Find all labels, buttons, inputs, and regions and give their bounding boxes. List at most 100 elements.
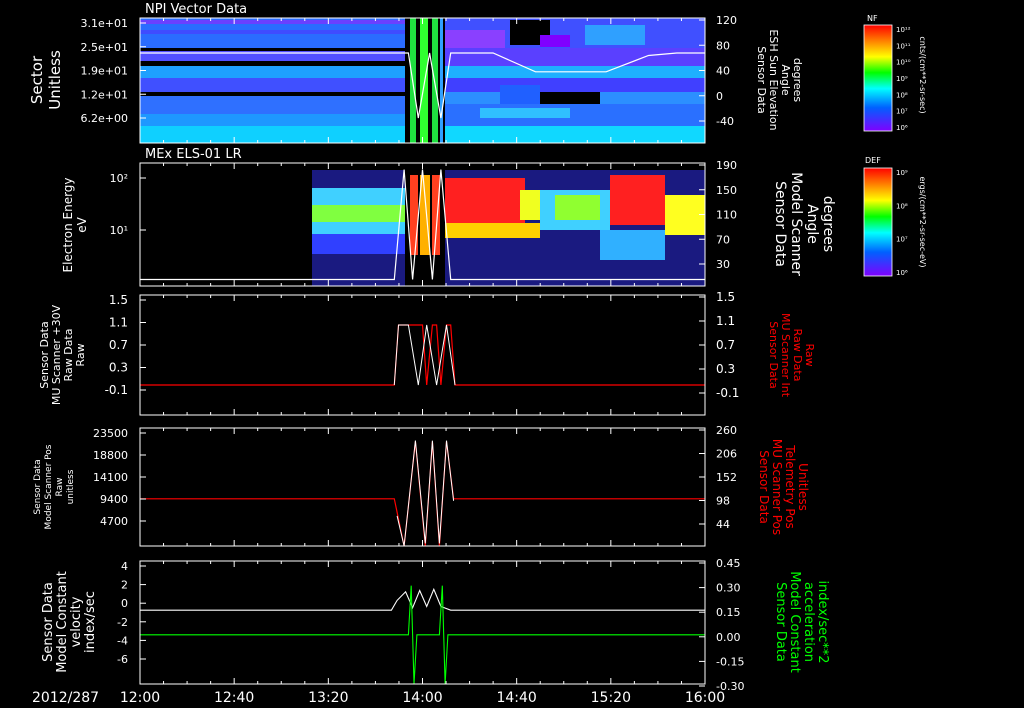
right-tick-label: 40 xyxy=(716,65,730,78)
left-tick-label: 4700 xyxy=(100,515,128,528)
colorbar-units: cnts/(cm**2-sr-sec) xyxy=(918,36,927,113)
panel-mu-scanner-raw: 1.5 1.1 0.7 0.3 -0.1 1.5 1.1 0.7 0.3 -0.1 Sensor … xyxy=(38,290,816,416)
colorbar-def: DEF 10⁹ 10⁸ 10⁷ 10⁶ ergs/(cm**2-sr-sec-eV) xyxy=(863,156,927,277)
series-line xyxy=(140,585,705,685)
y-axis-label: Sensor Data Model Constant velocity inde… xyxy=(41,571,98,673)
left-tick-label: 3.1e+01 xyxy=(81,17,128,30)
colorbar-tick-label: 10¹¹ xyxy=(896,42,911,50)
y-label-line-2: Model Scanner Pos xyxy=(44,444,54,529)
colorbar-tick-label: 10⁹ xyxy=(896,75,908,83)
right-label-line-2: Model Constant xyxy=(787,571,802,673)
right-tick-label: 0.3 xyxy=(716,362,735,376)
right-tick-label: 150 xyxy=(716,184,737,197)
npi-heatmap xyxy=(140,18,705,143)
colorbar-tick-label: 10⁶ xyxy=(896,269,908,277)
y-label-line-4: Raw xyxy=(74,343,87,366)
right-tick-label: -0.15 xyxy=(716,655,744,668)
right-tick-label: 0 xyxy=(716,90,723,103)
left-tick-label: 1.9e+01 xyxy=(81,65,128,78)
right-axis-label: Sensor Data Model Constant acceleration … xyxy=(773,571,830,673)
right-tick-label: 98 xyxy=(716,495,730,508)
right-label-line-3: Telemetry Pos xyxy=(783,444,797,528)
y-axis-label-line-1: Electron Energy xyxy=(61,177,75,272)
right-tick-label: 120 xyxy=(716,14,737,27)
y-axis-label: Sensor Data Model Scanner Pos Raw unitle… xyxy=(33,444,76,529)
right-tick-label: 70 xyxy=(716,233,730,246)
series-line xyxy=(140,587,705,611)
right-tick-label: 1.5 xyxy=(716,290,735,304)
right-tick-label: 152 xyxy=(716,471,737,484)
els-heatmap xyxy=(140,163,705,286)
right-label-line-4: index/sec**2 xyxy=(815,580,830,663)
left-tick-label: 0.3 xyxy=(109,361,128,375)
time-tick-label: 14:00 xyxy=(402,690,442,706)
date-label: 2012/287 xyxy=(32,690,99,706)
right-tick-label: 0.15 xyxy=(716,606,741,619)
colorbar-ticks: 10¹² 10¹¹ 10¹⁰ 10⁹ 10⁸ 10⁷ 10⁶ xyxy=(896,26,911,132)
right-label-line-1: Sensor Data xyxy=(767,321,780,388)
panel-scanner-position: 23500 18800 14100 9400 4700 260 206 152 98 44 Sen… xyxy=(33,424,810,547)
y-axis-label-line-2: Unitless xyxy=(46,50,64,110)
right-label-line-3: Raw Data xyxy=(791,329,804,382)
right-label-line-2: MU Scanner Int xyxy=(779,313,792,398)
y-axis-label: Sensor Data MU Scanner +30V Raw Data Raw xyxy=(38,304,87,405)
left-tick-label: 2.5e+01 xyxy=(81,41,128,54)
left-tick-label: 6.2e+00 xyxy=(81,112,128,125)
left-tick-label: -6 xyxy=(117,653,128,666)
left-tick-label: 10² xyxy=(110,172,128,185)
y-label-line-1: Sensor Data xyxy=(33,459,43,514)
y-label-line-1: Sensor Data xyxy=(41,582,56,662)
right-label-line-4: degrees xyxy=(820,196,836,252)
right-label-line-3: Angle xyxy=(779,64,792,96)
left-tick-label: 1.1 xyxy=(109,316,128,330)
right-tick-label: 206 xyxy=(716,448,737,461)
y-label-line-3: Raw xyxy=(55,478,65,497)
colorbar-ticks: 10⁹ 10⁸ 10⁷ 10⁶ xyxy=(896,169,908,277)
right-label-line-1: Sensor Data xyxy=(772,181,788,267)
colorbar-tick-label: 10⁸ xyxy=(896,202,908,210)
colorbar-units: ergs/(cm**2-sr-sec-eV) xyxy=(918,176,927,267)
y-axis-label-line-2: eV xyxy=(75,216,89,232)
panel-frame xyxy=(139,427,706,547)
time-tick-label: 16:00 xyxy=(685,690,725,706)
left-tick-label: -0.1 xyxy=(105,383,128,397)
right-label-line-2: MU Scanner Pos xyxy=(770,439,784,535)
right-axis-label: Sensor Data Model Scanner Angle degrees xyxy=(772,172,836,276)
colorbar-tick-label: 10¹⁰ xyxy=(896,59,911,67)
right-label-line-1: Sensor Data xyxy=(755,46,768,113)
left-tick-label: 0 xyxy=(121,597,128,610)
panel-title: MEx ELS-01 LR xyxy=(145,147,242,162)
right-tick-label: 0.45 xyxy=(716,557,741,570)
panel-mex-els: MEx ELS-01 LR 10²10¹1901501107030 Electr… xyxy=(61,147,836,287)
panel-title: NPI Vector Data xyxy=(145,2,247,17)
y-label-line-4: unitless xyxy=(66,469,76,504)
right-label-line-4: Unitless xyxy=(796,463,810,511)
colorbar-tick-label: 10⁹ xyxy=(896,169,908,177)
right-tick-label: -40 xyxy=(716,115,734,128)
colorbar-tick-label: 10⁷ xyxy=(896,108,908,116)
time-axis: 12:00 12:40 13:20 14:00 14:40 15:20 16:00 xyxy=(120,690,725,706)
left-tick-label: 1.2e+01 xyxy=(81,88,128,101)
right-tick-label: 190 xyxy=(716,159,737,172)
left-tick-label: 10¹ xyxy=(110,224,128,237)
right-tick-label: 110 xyxy=(716,209,737,222)
time-tick-label: 12:00 xyxy=(120,690,160,706)
right-tick-label: 44 xyxy=(716,518,730,531)
left-tick-label: 14100 xyxy=(93,471,128,484)
right-label-line-1: Sensor Data xyxy=(773,582,788,662)
y-label-line-4: index/sec xyxy=(83,591,98,653)
left-tick-label: 2 xyxy=(121,579,128,592)
left-tick-label: 23500 xyxy=(93,427,128,440)
right-label-line-4: degrees xyxy=(791,58,804,103)
axis-ticks: 1.5 1.1 0.7 0.3 -0.1 1.5 1.1 0.7 0.3 -0.1 xyxy=(105,290,739,415)
right-tick-label: 260 xyxy=(716,424,737,437)
right-tick-label: 80 xyxy=(716,39,730,52)
right-label-line-1: Sensor Data xyxy=(757,450,771,524)
left-tick-label: 0.7 xyxy=(109,338,128,352)
colorbar-tick-label: 10⁷ xyxy=(896,236,908,244)
right-label-line-2: Model Scanner xyxy=(788,172,804,276)
left-tick-label: -4 xyxy=(117,634,128,647)
y-label-line-2: Model Constant xyxy=(55,571,70,673)
colorbar-tick-label: 10¹² xyxy=(896,26,911,34)
time-tick-label: 14:40 xyxy=(496,690,536,706)
